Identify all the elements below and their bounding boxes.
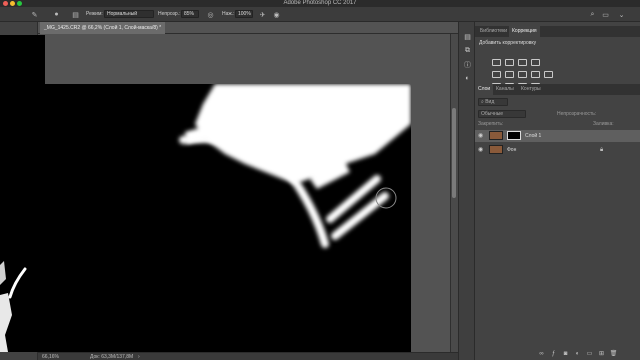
- add-mask-icon[interactable]: ◙: [562, 350, 569, 357]
- mask-artwork: [179, 84, 411, 248]
- tab-libraries[interactable]: Библиотеки: [477, 26, 510, 37]
- libraries-adjust-tabs: Библиотеки Коррекция: [475, 26, 640, 37]
- layer-filter-kind: Вид: [485, 99, 495, 105]
- flow-label: Наж.:: [222, 11, 235, 17]
- doc-size: Док: 63,3M/137,8M: [90, 354, 134, 360]
- vertical-scroll-thumb[interactable]: [452, 108, 456, 198]
- bw-adjust-button[interactable]: [531, 71, 540, 78]
- options-bar: ✎ ● ▤ Режим: Нормальный Непрозр.: 85% ◎ …: [0, 7, 640, 22]
- trash-icon[interactable]: 🗑︎: [610, 350, 618, 357]
- search-icon[interactable]: ⌕: [588, 10, 597, 19]
- curves-adjust-button[interactable]: [518, 59, 527, 66]
- adjustments-icon[interactable]: ◐: [463, 74, 472, 83]
- levels-adjust-button[interactable]: [505, 59, 514, 66]
- canvas-left-edge: [0, 35, 45, 352]
- brightness-adjust-button[interactable]: [492, 59, 501, 66]
- link-layers-icon[interactable]: ∞: [538, 350, 545, 357]
- vibrance-adjust-button[interactable]: [492, 71, 501, 78]
- status-arrow-icon[interactable]: ›: [138, 354, 140, 360]
- status-bar: 66,16% Док: 63,3M/137,8M ›: [38, 352, 458, 360]
- new-layer-icon[interactable]: ⊞: [598, 350, 605, 357]
- tab-paths[interactable]: Контуры: [518, 84, 544, 95]
- brush-tool-icon[interactable]: ✎: [30, 10, 39, 19]
- history-icon[interactable]: ▤: [463, 32, 472, 41]
- layer-opacity-label: Непрозрачность:: [557, 111, 597, 117]
- layer-thumbnail: [489, 145, 503, 154]
- new-group-icon[interactable]: ▭: [586, 350, 593, 357]
- layer-name: Фон: [507, 147, 517, 153]
- fill-label: Заливка:: [593, 121, 614, 127]
- info-icon[interactable]: ⓘ: [463, 60, 472, 69]
- pressure-size-icon[interactable]: ◉: [272, 10, 281, 19]
- airbrush-icon[interactable]: ✈: [258, 10, 267, 19]
- lock-label: Закрепить:: [478, 121, 504, 127]
- layer-thumbnail: [489, 131, 503, 140]
- tab-channels[interactable]: Каналы: [493, 84, 517, 95]
- tab-adjustments[interactable]: Коррекция: [509, 26, 540, 37]
- hue-sat-adjust-button[interactable]: [505, 71, 514, 78]
- pressure-opacity-icon[interactable]: ◎: [206, 10, 215, 19]
- brush-panel-icon[interactable]: ▤: [71, 10, 80, 19]
- document-tab[interactable]: _MG_1425.CR2 @ 66,2% (Слой 1, Слой-маска…: [40, 22, 166, 34]
- zoom-level[interactable]: 66,16%: [42, 354, 59, 360]
- panel-dock-strip: ▤ ⧉ ⓘ ◐: [458, 22, 475, 360]
- chevron-down-icon[interactable]: ⌄: [617, 10, 626, 19]
- fx-icon[interactable]: ƒ: [550, 350, 557, 357]
- eye-icon[interactable]: ◉: [478, 130, 483, 142]
- flow-input[interactable]: 100%: [235, 10, 253, 18]
- right-panels: Библиотеки Коррекция Добавить корректиро…: [475, 22, 640, 360]
- lock-icon: 🔒︎: [600, 147, 604, 153]
- tab-layers[interactable]: Слои: [475, 84, 494, 95]
- workspace-icon[interactable]: ▭: [601, 10, 610, 19]
- adjustments-title: Добавить корректировку: [479, 40, 537, 46]
- layers-tabs: Слои Каналы Контуры: [475, 84, 640, 95]
- brush-preset-icon[interactable]: ●: [52, 10, 61, 19]
- opacity-input[interactable]: 85%: [181, 10, 199, 18]
- layer-row-1[interactable]: ◉ Слой 1: [475, 130, 640, 142]
- photo-filter-adjust-button[interactable]: [544, 71, 553, 78]
- eye-icon[interactable]: ◉: [478, 144, 483, 156]
- properties-icon[interactable]: ⧉: [463, 46, 472, 55]
- document-tab-bar: _MG_1425.CR2 @ 66,2% (Слой 1, Слой-маска…: [38, 22, 458, 34]
- layer-name: Слой 1: [525, 133, 542, 139]
- layer-row-2[interactable]: ◉ Фон 🔒︎: [475, 144, 640, 156]
- layer-mask-thumbnail[interactable]: [507, 131, 521, 140]
- opacity-label: Непрозр.:: [158, 11, 181, 17]
- new-adjustment-icon[interactable]: ◐: [574, 350, 581, 357]
- layer-filter-select[interactable]: ⌕ Вид: [478, 98, 508, 106]
- color-balance-adjust-button[interactable]: [518, 71, 527, 78]
- window-title: Adobe Photoshop CC 2017: [283, 0, 357, 6]
- mode-select[interactable]: Нормальный: [104, 10, 154, 18]
- left-mask-strokes: [0, 261, 27, 352]
- exposure-adjust-button[interactable]: [531, 59, 540, 66]
- layer-mask-canvas[interactable]: [45, 84, 411, 352]
- blend-mode-select[interactable]: Обычные: [478, 110, 526, 118]
- mode-label: Режим:: [86, 11, 103, 17]
- title-bar: Adobe Photoshop CC 2017: [0, 0, 640, 7]
